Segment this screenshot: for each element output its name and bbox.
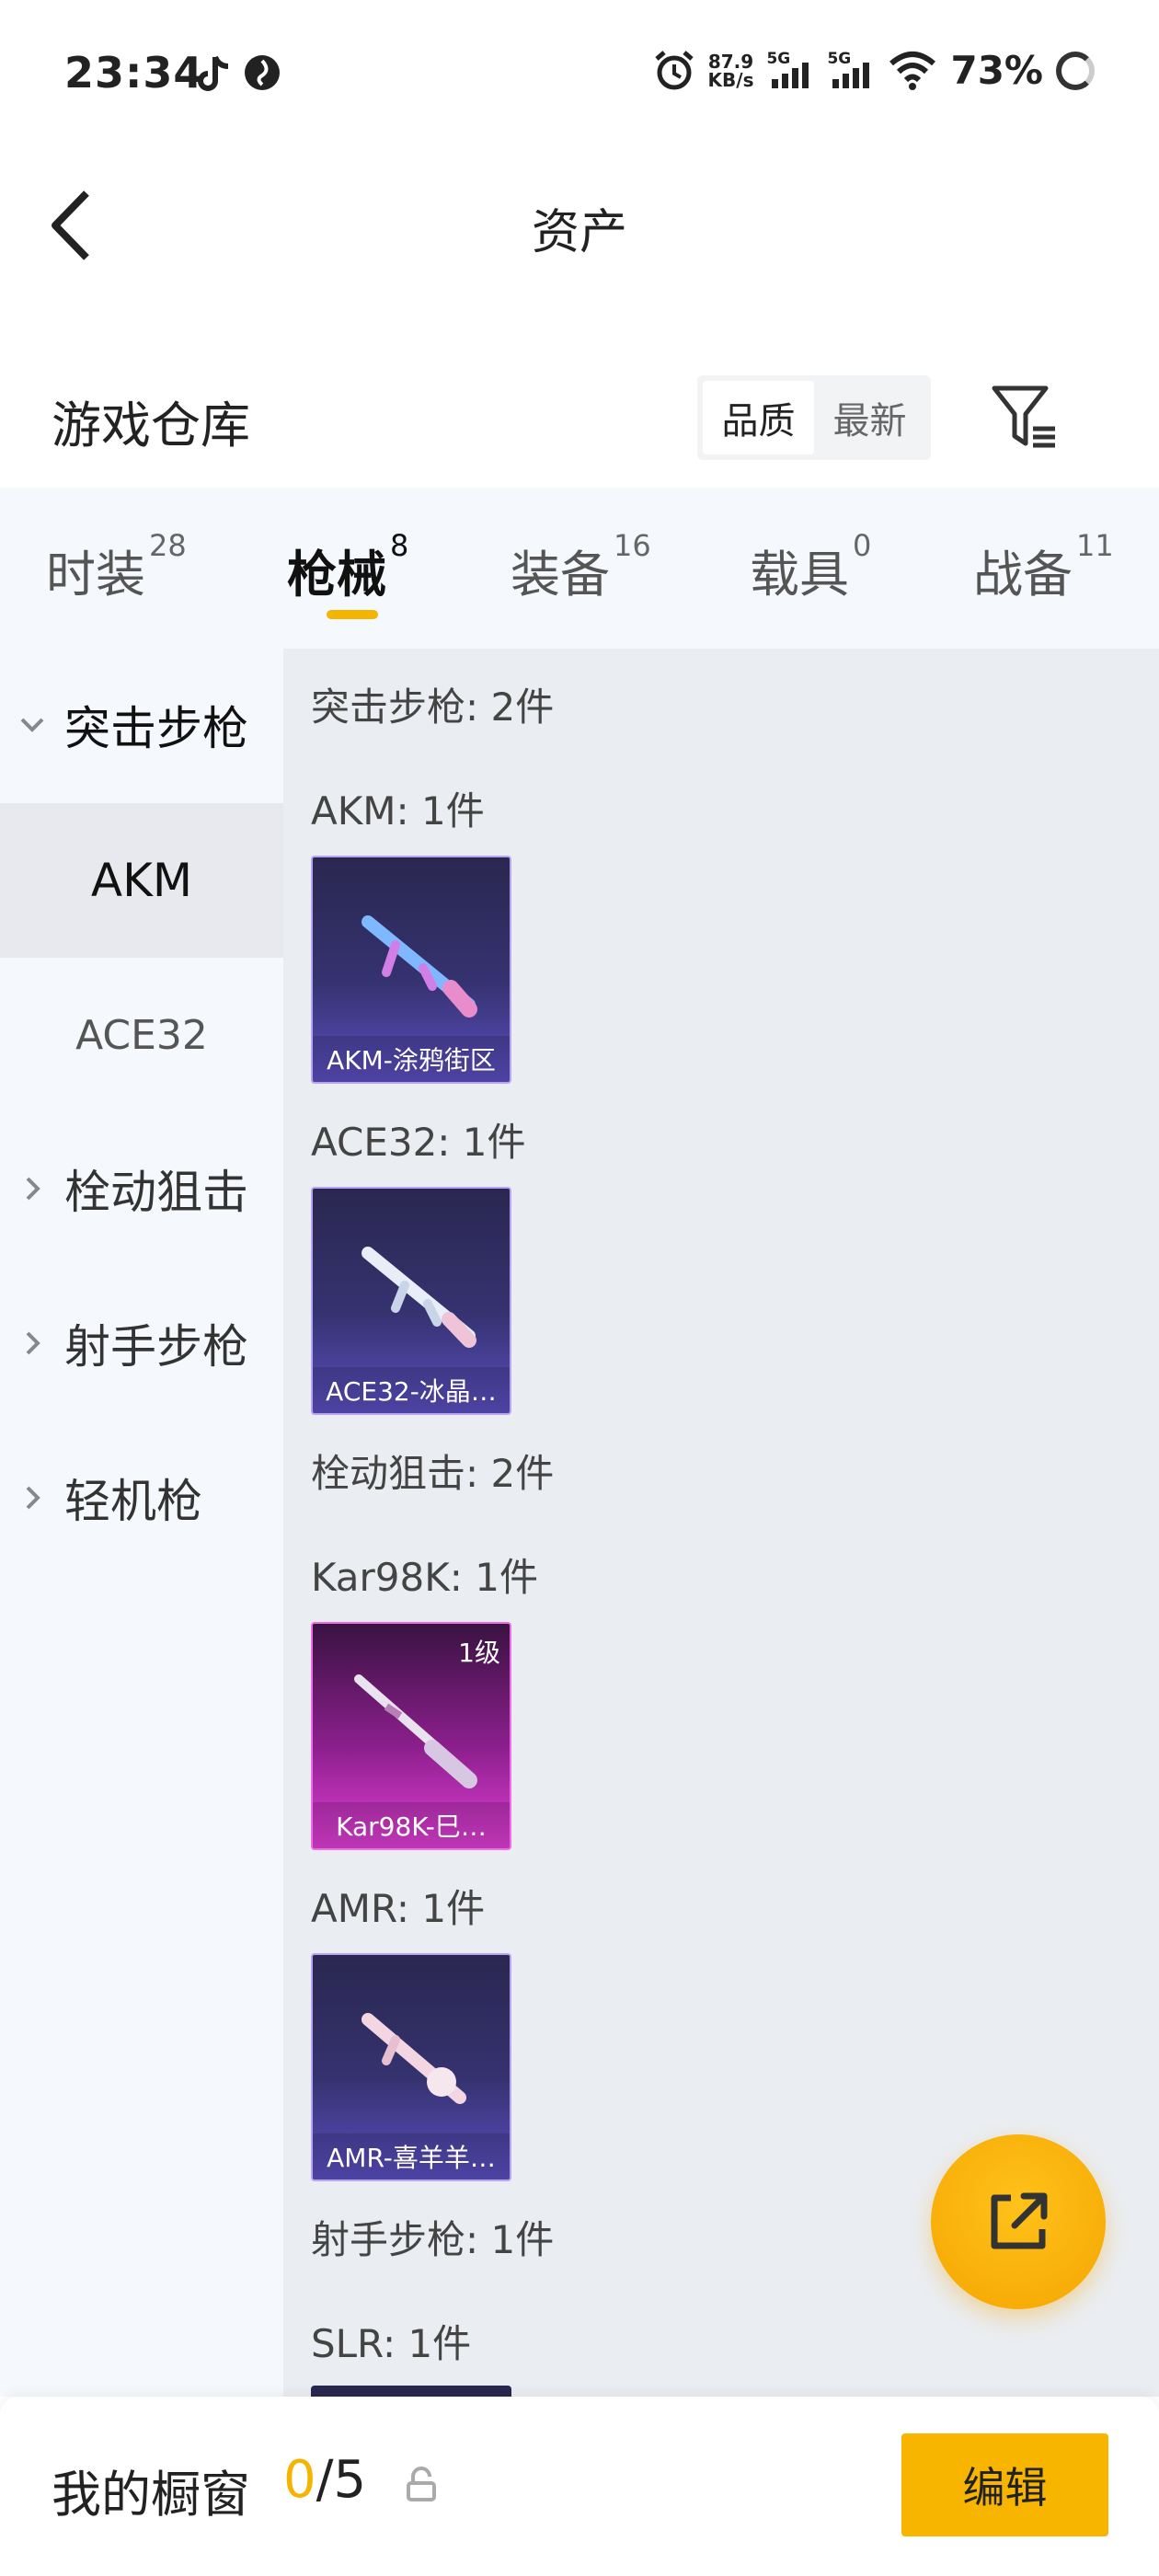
- sidebar-subitem-akm[interactable]: AKM: [0, 803, 283, 958]
- section-title: 栓动狙击: 2件: [311, 1451, 555, 1496]
- status-bar: 23:34 87.9 KB/s 5G 5G 73%: [0, 0, 1159, 147]
- tab-count: 16: [614, 528, 651, 563]
- tab-count: 28: [149, 528, 187, 563]
- tab-label: 时装: [46, 546, 145, 604]
- net-speed-unit: KB/s: [707, 68, 754, 91]
- tab-count: 0: [853, 528, 872, 563]
- signal-5g-2: 5G: [827, 50, 875, 92]
- weapon-card-ace32[interactable]: ACE32-冰晶…: [311, 1187, 511, 1415]
- status-right-icons: 87.9 KB/s 5G 5G 73%: [653, 48, 1095, 93]
- weapon-card-name: ACE32-冰晶…: [313, 1367, 510, 1413]
- warehouse-title: 游戏仓库: [52, 397, 250, 454]
- warehouse-row: 游戏仓库 品质 最新: [0, 350, 1159, 488]
- signal-5g-1: 5G: [766, 50, 814, 92]
- group-title: AMR: 1件: [311, 1886, 486, 1931]
- rifle-icon: [361, 1247, 476, 1348]
- sidebar-item-label: 突击步枪: [64, 702, 248, 755]
- rifle-icon: [361, 915, 477, 1018]
- tab-vehicles[interactable]: 载具 0: [750, 528, 871, 606]
- group-title: ACE32: 1件: [311, 1120, 526, 1165]
- section-title: 射手步枪: 1件: [311, 2217, 555, 2262]
- sidebar-item-lmg[interactable]: 轻机枪: [0, 1421, 283, 1574]
- battery-percent: 73%: [950, 48, 1043, 93]
- tab-label: 枪械: [287, 546, 386, 604]
- tab-label: 载具: [750, 546, 849, 604]
- weapon-card-name: AMR-喜羊羊…: [313, 2133, 510, 2179]
- tab-label: 装备: [511, 546, 610, 604]
- weapon-card-slr[interactable]: [311, 2386, 511, 2397]
- showcase-count: 0/5: [283, 2450, 366, 2510]
- weapon-card-name: Kar98K-巳…: [313, 1802, 510, 1848]
- status-left-icons: [195, 53, 281, 94]
- chevron-down-icon: [0, 716, 64, 734]
- weapon-card-kar98k[interactable]: 1级 Kar98K-巳…: [311, 1622, 511, 1850]
- edit-button[interactable]: 编辑: [901, 2433, 1108, 2536]
- tab-count: 8: [390, 528, 409, 563]
- sidebar-item-label: 射手步枪: [64, 1320, 248, 1374]
- alarm-icon: [654, 50, 694, 89]
- group-title: SLR: 1件: [311, 2321, 472, 2366]
- weapon-category-sidebar: 突击步枪 AKM ACE32 栓动狙击 射手步枪 轻机枪: [0, 649, 283, 2397]
- tab-guns[interactable]: 枪械 8: [287, 528, 408, 606]
- wifi-icon: [889, 51, 936, 90]
- status-time: 23:34: [64, 48, 204, 98]
- weapon-card-name: AKM-涂鸦街区: [313, 1036, 510, 1082]
- signal-bars-icon: [832, 62, 870, 88]
- showcase-total: /5: [316, 2450, 367, 2510]
- weapon-card-amr[interactable]: AMR-喜羊羊…: [311, 1953, 511, 2181]
- weapon-card-akm[interactable]: AKM-涂鸦街区: [311, 856, 511, 1084]
- tab-equipment[interactable]: 装备 16: [511, 528, 651, 606]
- header: 资产: [0, 147, 1159, 304]
- signal-bars-icon: [772, 62, 809, 88]
- sniper-rifle-icon: [354, 1674, 477, 1788]
- showcase-used: 0: [283, 2450, 316, 2510]
- sidebar-item-label: 栓动狙击: [64, 1166, 248, 1219]
- filter-icon[interactable]: [989, 381, 1062, 454]
- share-button[interactable]: [931, 2134, 1106, 2309]
- sort-latest-button[interactable]: 最新: [814, 381, 925, 454]
- section-title: 突击步枪: 2件: [311, 684, 555, 730]
- sidebar-item-assault-rifle[interactable]: 突击步枪: [0, 649, 283, 801]
- sidebar-item-label: 轻机枪: [64, 1475, 202, 1528]
- group-title: Kar98K: 1件: [311, 1555, 539, 1600]
- chevron-right-icon: [0, 1176, 64, 1202]
- sort-toggle: 品质 最新: [697, 375, 931, 460]
- chevron-right-icon: [0, 1330, 64, 1356]
- tab-supplies[interactable]: 战备 11: [973, 528, 1114, 606]
- sniper-rifle-icon: [361, 2013, 466, 2104]
- showcase-label: 我的橱窗: [52, 2466, 250, 2524]
- sort-quality-button[interactable]: 品质: [703, 381, 814, 454]
- tab-fashion[interactable]: 时装 28: [46, 528, 187, 606]
- category-tabs: 时装 28 枪械 8 装备 16 载具 0 战备 11: [0, 488, 1159, 649]
- net-speed-value: 87.9: [707, 50, 754, 73]
- battery-icon: [1056, 51, 1095, 90]
- app-icon: [245, 55, 280, 90]
- net-speed: 87.9 KB/s: [708, 52, 754, 89]
- chevron-right-icon: [0, 1485, 64, 1511]
- page-title: 资产: [531, 205, 627, 260]
- tiktok-icon: [198, 55, 229, 91]
- sidebar-item-bolt-sniper[interactable]: 栓动狙击: [0, 1112, 283, 1265]
- group-title: AKM: 1件: [311, 788, 485, 834]
- sidebar-item-marksman-rifle[interactable]: 射手步枪: [0, 1267, 283, 1420]
- tab-label: 战备: [973, 546, 1073, 604]
- share-icon: [991, 2192, 1048, 2249]
- sidebar-subitem-ace32[interactable]: ACE32: [0, 958, 283, 1112]
- tab-active-indicator: [327, 610, 378, 619]
- showcase-bar: 我的橱窗 0/5 编辑: [0, 2397, 1159, 2576]
- tab-count: 11: [1076, 528, 1114, 563]
- lock-icon: [407, 2467, 436, 2501]
